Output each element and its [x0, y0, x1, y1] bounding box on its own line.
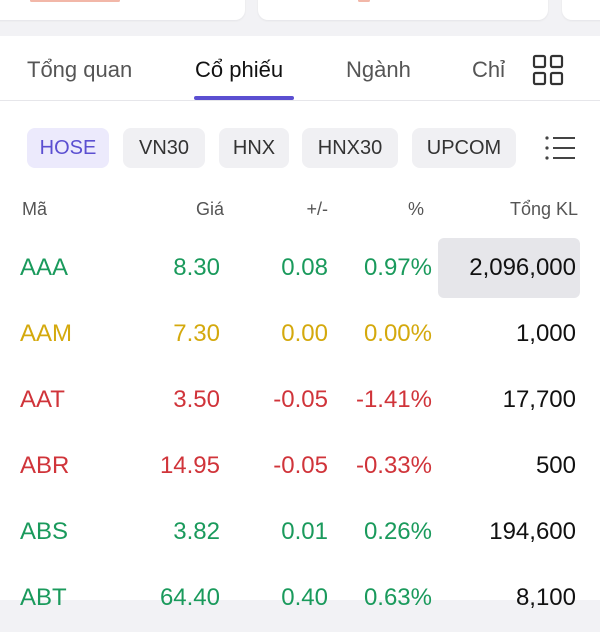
symbol-cell: AAM — [20, 320, 73, 347]
col-change-header[interactable]: +/- — [306, 199, 328, 220]
summary-card[interactable] — [258, 0, 548, 20]
change-cell: -0.05 — [273, 386, 328, 413]
price-cell: 7.30 — [173, 320, 220, 347]
table-row[interactable]: ABS 3.82 0.01 0.26% 194,600 — [0, 500, 600, 566]
exchange-filter: HOSE VN30 HNX HNX30 UPCOM — [0, 128, 600, 170]
volume-cell: 500 — [535, 452, 576, 479]
change-cell: 0.00 — [281, 320, 328, 347]
volume-cell: 17,700 — [502, 386, 576, 413]
list-menu-icon[interactable] — [544, 134, 576, 162]
price-cell: 3.82 — [173, 518, 220, 545]
summary-card[interactable] — [0, 0, 245, 20]
symbol-cell: ABT — [20, 584, 67, 611]
change-cell: 0.08 — [281, 254, 328, 281]
exchange-pill-upcom[interactable]: UPCOM — [412, 128, 516, 168]
percent-cell: 0.63% — [363, 584, 432, 611]
percent-cell: -0.33% — [355, 452, 432, 479]
top-summary-cards — [0, 0, 600, 28]
tab-sectors[interactable]: Ngành — [346, 57, 411, 83]
price-cell: 64.40 — [159, 584, 220, 611]
col-percent-header[interactable]: % — [408, 199, 424, 220]
exchange-pill-vn30[interactable]: VN30 — [123, 128, 205, 168]
volume-cell: 1,000 — [515, 320, 576, 347]
tab-indices[interactable]: Chỉ — [472, 57, 505, 83]
table-header: Mã Giá +/- % Tổng KL — [0, 199, 600, 225]
price-cell: 14.95 — [159, 452, 220, 479]
symbol-cell: AAA — [20, 254, 69, 281]
volume-cell: 2,096,000 — [469, 254, 576, 281]
volume-cell: 8,100 — [515, 584, 576, 611]
change-cell: 0.01 — [281, 518, 328, 545]
exchange-pill-hose[interactable]: HOSE — [27, 128, 109, 168]
symbol-cell: AAT — [20, 386, 65, 413]
col-price-header[interactable]: Giá — [196, 199, 224, 220]
exchange-pill-hnx[interactable]: HNX — [219, 128, 289, 168]
active-tab-indicator — [194, 96, 294, 100]
percent-cell: 0.00% — [363, 320, 432, 347]
market-panel: Tổng quan Cổ phiếu Ngành Chỉ HOSE VN30 H… — [0, 36, 600, 611]
symbol-cell: ABS — [20, 518, 69, 545]
change-cell: -0.05 — [273, 452, 328, 479]
col-volume-header[interactable]: Tổng KL — [510, 199, 578, 220]
table-row[interactable]: AAT 3.50 -0.05 -1.41% 17,700 — [0, 368, 600, 434]
table-row[interactable]: AAM 7.30 0.00 0.00% 1,000 — [0, 302, 600, 368]
price-cell: 8.30 — [173, 254, 220, 281]
exchange-pill-hnx30[interactable]: HNX30 — [302, 128, 398, 168]
price-cell: 3.50 — [173, 386, 220, 413]
table-row[interactable]: AAA 8.30 0.08 0.97% 2,096,000 — [0, 236, 600, 302]
percent-cell: 0.97% — [363, 254, 432, 281]
table-row[interactable]: ABT 64.40 0.40 0.63% 8,100 — [0, 566, 600, 632]
table-row[interactable]: ABR 14.95 -0.05 -0.33% 500 — [0, 434, 600, 500]
col-symbol-header[interactable]: Mã — [22, 199, 47, 220]
tab-bar: Tổng quan Cổ phiếu Ngành Chỉ — [0, 36, 600, 101]
percent-cell: 0.26% — [363, 518, 432, 545]
percent-cell: -1.41% — [355, 386, 432, 413]
volume-cell: 194,600 — [489, 518, 576, 545]
summary-card[interactable] — [562, 0, 600, 20]
grid-icon[interactable] — [532, 54, 564, 86]
tab-stocks[interactable]: Cổ phiếu — [195, 57, 283, 83]
symbol-cell: ABR — [20, 452, 70, 479]
change-cell: 0.40 — [281, 584, 328, 611]
tab-overview[interactable]: Tổng quan — [27, 57, 132, 83]
